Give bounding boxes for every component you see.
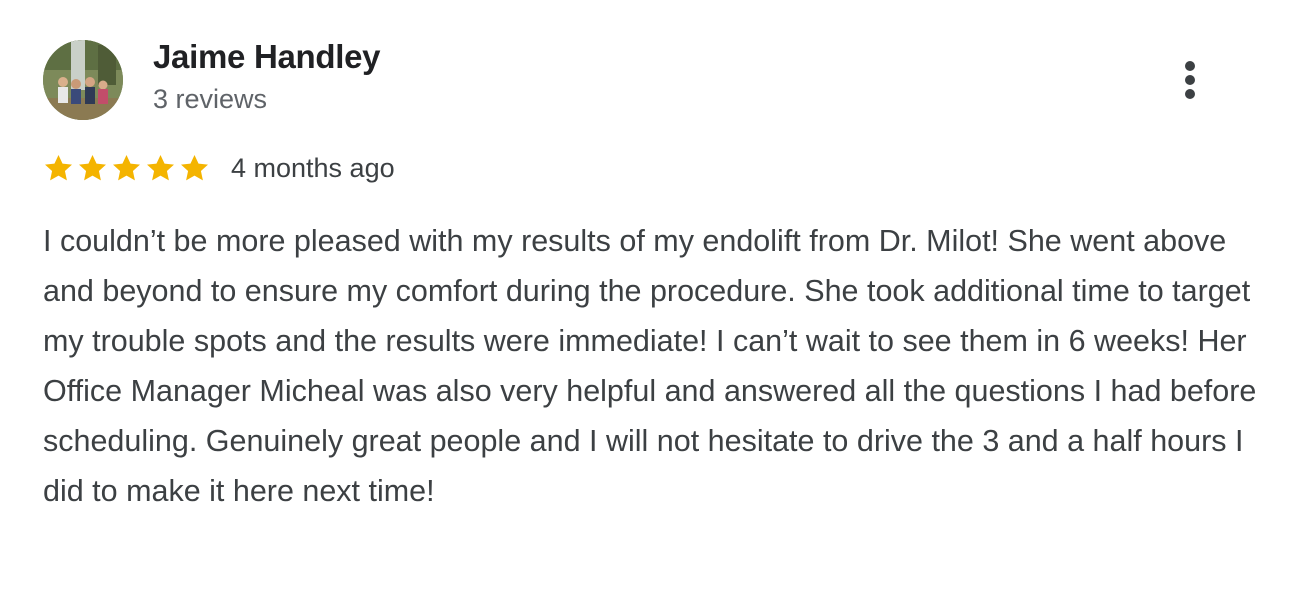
review-time: 4 months ago <box>231 152 395 183</box>
star-rating <box>42 152 211 185</box>
review-card: Jaime Handley 3 reviews 4 months ago I c… <box>0 0 1312 604</box>
avatar[interactable] <box>43 40 123 120</box>
reviewer-name[interactable]: Jaime Handley <box>153 38 381 76</box>
more-options-button[interactable] <box>1168 56 1212 104</box>
review-count: 3 reviews <box>153 84 268 114</box>
more-vert-icon-dot <box>1185 75 1195 85</box>
star-icon <box>45 154 72 180</box>
star-icon <box>181 154 208 180</box>
more-vert-icon <box>1185 61 1195 71</box>
more-vert-icon-dot <box>1185 89 1195 99</box>
star-icon <box>79 154 106 180</box>
avatar-photo <box>43 40 123 120</box>
star-icon <box>113 154 140 180</box>
star-icon <box>147 154 174 180</box>
review-text: I couldn’t be more pleased with my resul… <box>43 224 1257 508</box>
rating-row: 4 months ago <box>42 150 395 186</box>
